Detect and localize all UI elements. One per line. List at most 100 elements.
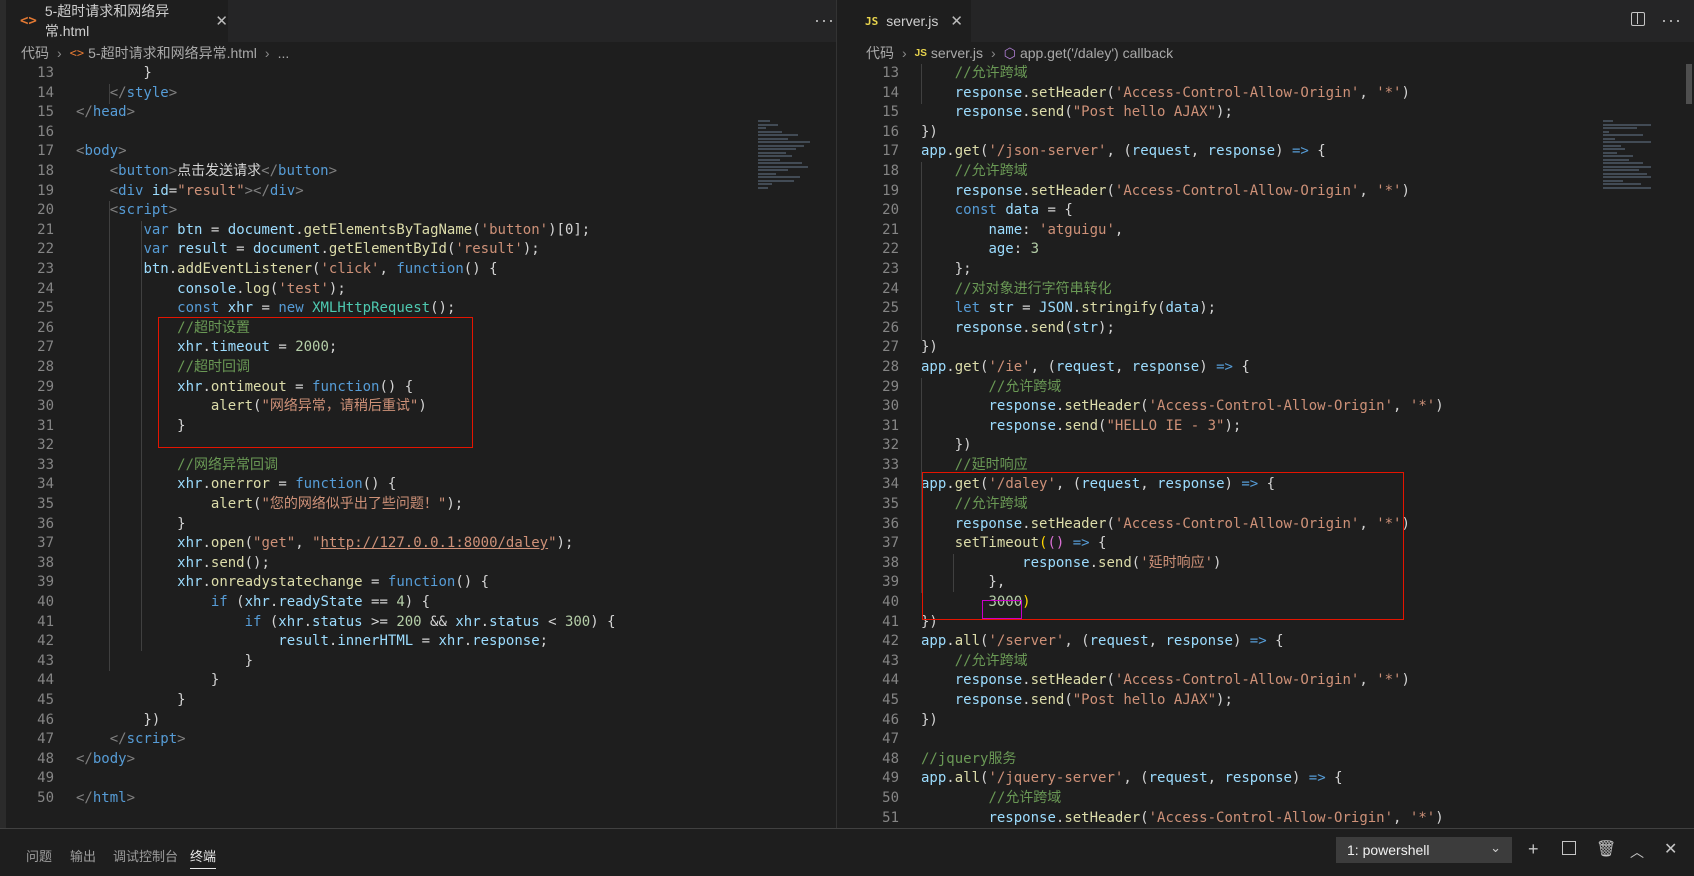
code-line[interactable]: 25 const xhr = new XMLHttpRequest(); bbox=[6, 299, 455, 319]
code-line[interactable]: 24 console.log('test'); bbox=[6, 280, 346, 300]
code-line[interactable]: 49 bbox=[6, 769, 54, 789]
code-line[interactable]: 42 app.all('/server', (request, response)… bbox=[851, 632, 1283, 652]
minimap[interactable] bbox=[1603, 120, 1673, 230]
breadcrumb-folder[interactable]: 代码 bbox=[866, 43, 894, 63]
code-line[interactable]: 51 response.setHeader('Access-Control-Al… bbox=[851, 809, 1444, 828]
code-line[interactable]: 50 //允许跨域 bbox=[851, 789, 1061, 809]
code-line[interactable]: 48 //jquery服务 bbox=[851, 750, 1016, 770]
terminal-select[interactable]: 1: powershell ⌄ bbox=[1336, 837, 1512, 863]
code-line[interactable]: 38 xhr.send(); bbox=[6, 554, 270, 574]
code-line[interactable]: 30 response.setHeader('Access-Control-Al… bbox=[851, 397, 1444, 417]
code-line[interactable]: 46 }) bbox=[6, 711, 160, 731]
code-line[interactable]: 40 3000) bbox=[851, 593, 1030, 613]
minimap[interactable] bbox=[758, 120, 828, 230]
code-line[interactable]: 19 response.setHeader('Access-Control-Al… bbox=[851, 182, 1410, 202]
code-line[interactable]: 17 app.get('/json-server', (request, resp… bbox=[851, 142, 1326, 162]
tab-server-js[interactable]: JS server.js ✕ bbox=[851, 0, 971, 42]
code-editor[interactable]: 13 //允许跨域 14 response.setHeader('Access-C… bbox=[851, 64, 1694, 828]
code-line[interactable]: 41}) bbox=[851, 613, 938, 633]
plus-icon[interactable]: + bbox=[1528, 839, 1539, 860]
code-line[interactable]: 16 bbox=[6, 123, 54, 143]
more-actions-icon[interactable]: ··· bbox=[1661, 10, 1682, 31]
code-line[interactable]: 18 <button>点击发送请求</button> bbox=[6, 162, 337, 182]
code-line[interactable]: 19 <div id="result"></div> bbox=[6, 182, 304, 202]
tab-output[interactable]: 输出 bbox=[70, 846, 96, 865]
code-line[interactable]: 18 //允许跨域 bbox=[851, 162, 1027, 182]
code-line[interactable]: 23 btn.addEventListener('click', functio… bbox=[6, 260, 497, 280]
code-editor[interactable]: 13 } 14 </style> 15 </head> 16 17 <body> 18 <bu… bbox=[6, 64, 836, 828]
code-line[interactable]: 20 const data = { bbox=[851, 201, 1073, 221]
code-line[interactable]: 15 </head> bbox=[6, 103, 135, 123]
code-line[interactable]: 44 response.setHeader('Access-Control-Al… bbox=[851, 671, 1410, 691]
code-line[interactable]: 14 response.setHeader('Access-Control-Al… bbox=[851, 84, 1410, 104]
code-line[interactable]: 43 //允许跨域 bbox=[851, 652, 1027, 672]
code-line[interactable]: 39 }, bbox=[851, 573, 1005, 593]
code-line[interactable]: 42 result.innerHTML = xhr.response; bbox=[6, 632, 548, 652]
code-line[interactable]: 49 app.all('/jquery-server', (request, re… bbox=[851, 769, 1342, 789]
code-line[interactable]: 35 //允许跨域 bbox=[851, 495, 1027, 515]
code-line[interactable]: 17 <body> bbox=[6, 142, 126, 162]
code-line[interactable]: 14 </style> bbox=[6, 84, 177, 104]
code-line[interactable]: 44 } bbox=[6, 671, 219, 691]
code-line[interactable]: 40 if (xhr.readyState == 4) { bbox=[6, 593, 430, 613]
code-line[interactable]: 38 response.send('延时响应') bbox=[851, 554, 1221, 574]
tab-html-file[interactable]: <> 5-超时请求和网络异常.html ✕ bbox=[6, 0, 228, 42]
breadcrumb-symbol[interactable]: ... bbox=[278, 45, 290, 61]
trash-icon[interactable]: 🗑 bbox=[1596, 839, 1616, 859]
code-line[interactable]: 47 </script> bbox=[6, 730, 185, 750]
code-line[interactable]: 21 name: 'atguigu', bbox=[851, 221, 1123, 241]
code-line[interactable]: 16}) bbox=[851, 123, 938, 143]
code-line[interactable]: 48 </body> bbox=[6, 750, 135, 770]
split-terminal-icon[interactable] bbox=[1562, 841, 1576, 855]
code-line[interactable]: 34 app.get('/daley', (request, response) … bbox=[851, 475, 1275, 495]
code-line[interactable]: 25 let str = JSON.stringify(data); bbox=[851, 299, 1216, 319]
code-line[interactable]: 27}) bbox=[851, 338, 938, 358]
tab-terminal[interactable]: 终端 bbox=[190, 846, 217, 869]
split-editor-icon[interactable] bbox=[1631, 12, 1645, 26]
scrollbar[interactable] bbox=[1686, 64, 1692, 104]
close-icon[interactable]: ✕ bbox=[1664, 839, 1677, 859]
code-line[interactable]: 34 xhr.onerror = function() { bbox=[6, 475, 396, 495]
code-line[interactable]: 30 alert("网络异常，请稍后重试") bbox=[6, 397, 427, 417]
code-line[interactable]: 46}) bbox=[851, 711, 938, 731]
code-line[interactable]: 28 app.get('/ie', (request, response) => … bbox=[851, 358, 1250, 378]
code-line[interactable]: 22 age: 3 bbox=[851, 240, 1039, 260]
breadcrumb-file[interactable]: server.js bbox=[931, 45, 983, 61]
chevron-up-icon[interactable]: ︿ bbox=[1630, 842, 1644, 862]
code-line[interactable]: 36 } bbox=[6, 515, 185, 535]
tab-debug-console[interactable]: 调试控制台 bbox=[113, 846, 178, 865]
code-line[interactable]: 29 xhr.ontimeout = function() { bbox=[6, 378, 413, 398]
code-line[interactable]: 15 response.send("Post hello AJAX"); bbox=[851, 103, 1233, 123]
code-line[interactable]: 24 //对对象进行字符串转化 bbox=[851, 280, 1111, 300]
code-line[interactable]: 37 xhr.open("get", "http://127.0.0.1:800… bbox=[6, 534, 573, 554]
code-line[interactable]: 47 bbox=[851, 730, 899, 750]
code-line[interactable]: 13 } bbox=[6, 64, 152, 84]
code-line[interactable]: 45 } bbox=[6, 691, 185, 711]
code-line[interactable]: 37 setTimeout(() => { bbox=[851, 534, 1106, 554]
code-line[interactable]: 23 }; bbox=[851, 260, 971, 280]
code-line[interactable]: 31 response.send("HELLO IE - 3"); bbox=[851, 417, 1241, 437]
code-line[interactable]: 26 //超时设置 bbox=[6, 319, 250, 339]
code-line[interactable]: 41 if (xhr.status >= 200 && xhr.status <… bbox=[6, 613, 615, 633]
code-line[interactable]: 39 xhr.onreadystatechange = function() { bbox=[6, 573, 489, 593]
code-line[interactable]: 26 response.send(str); bbox=[851, 319, 1115, 339]
editor-split-divider[interactable] bbox=[836, 0, 851, 828]
breadcrumb-symbol[interactable]: app.get('/daley') callback bbox=[1020, 45, 1173, 61]
code-line[interactable]: 13 //允许跨域 bbox=[851, 64, 1027, 84]
code-line[interactable]: 32 }) bbox=[851, 436, 971, 456]
code-line[interactable]: 35 alert("您的网络似乎出了些问题！"); bbox=[6, 495, 463, 515]
tab-problems[interactable]: 问题 bbox=[26, 846, 52, 865]
code-line[interactable]: 22 var result = document.getElementById(… bbox=[6, 240, 540, 260]
breadcrumb-folder[interactable]: 代码 bbox=[21, 43, 49, 63]
code-line[interactable]: 29 //允许跨域 bbox=[851, 378, 1061, 398]
code-line[interactable]: 36 response.setHeader('Access-Control-Al… bbox=[851, 515, 1410, 535]
close-icon[interactable]: ✕ bbox=[950, 12, 963, 30]
code-line[interactable]: 50 </html> bbox=[6, 789, 135, 809]
code-line[interactable]: 45 response.send("Post hello AJAX"); bbox=[851, 691, 1233, 711]
code-line[interactable]: 31 } bbox=[6, 417, 185, 437]
code-line[interactable]: 32 bbox=[6, 436, 54, 456]
code-line[interactable]: 33 //网络异常回调 bbox=[6, 456, 278, 476]
code-line[interactable]: 33 //延时响应 bbox=[851, 456, 1027, 476]
more-actions-icon[interactable]: ··· bbox=[814, 10, 835, 31]
code-line[interactable]: 21 var btn = document.getElementsByTagNa… bbox=[6, 221, 590, 241]
